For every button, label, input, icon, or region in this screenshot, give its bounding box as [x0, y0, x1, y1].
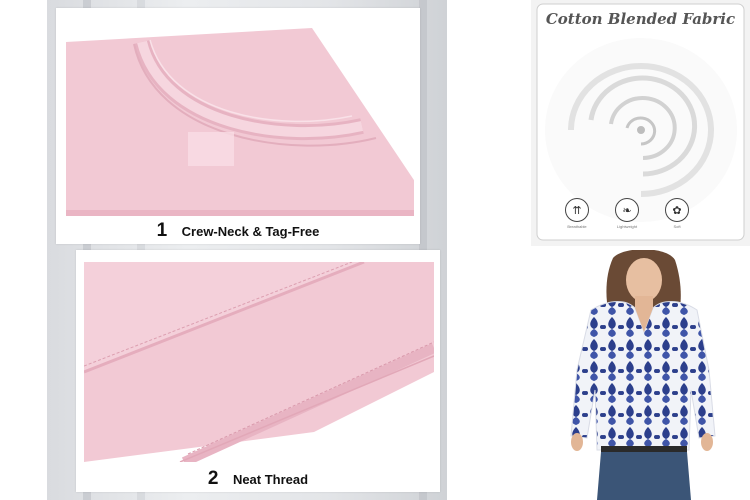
fabric-title: Cotton Blended Fabric [545, 10, 736, 28]
feature-soft: ✿ Soft [657, 198, 697, 229]
model-photo [531, 250, 750, 500]
lightweight-icon: ❧ [615, 198, 639, 222]
soft-icon: ✿ [665, 198, 689, 222]
feature-lightweight-label: Lightweight [616, 224, 638, 229]
caption-1-label: Crew-Neck & Tag-Free [181, 224, 320, 239]
model-illustration [531, 250, 750, 500]
neckline-photo [62, 14, 414, 216]
feature-breathable: ⇈ Breathable [557, 198, 597, 229]
caption-2-label: Neat Thread [232, 472, 309, 487]
feature-lightweight: ❧ Lightweight [607, 198, 647, 229]
hem-photo [84, 262, 434, 462]
neckline-illustration [62, 14, 414, 216]
neckline-detail-card: 1 Crew-Neck & Tag-Free [56, 8, 420, 244]
caption-1-number: 1 [156, 220, 168, 241]
caption-2: 2 Neat Thread [76, 468, 440, 490]
fabric-panel: Cotton Blended Fabric ⇈ Breathable ❧ Lig… [531, 0, 750, 246]
caption-2-number: 2 [207, 468, 219, 489]
hem-detail-card: 2 Neat Thread [76, 250, 440, 492]
feature-breathable-label: Breathable [567, 224, 587, 229]
breathable-icon: ⇈ [565, 198, 589, 222]
caption-1: 1 Crew-Neck & Tag-Free [56, 220, 420, 242]
feature-soft-label: Soft [673, 224, 681, 229]
hem-illustration [84, 262, 434, 462]
